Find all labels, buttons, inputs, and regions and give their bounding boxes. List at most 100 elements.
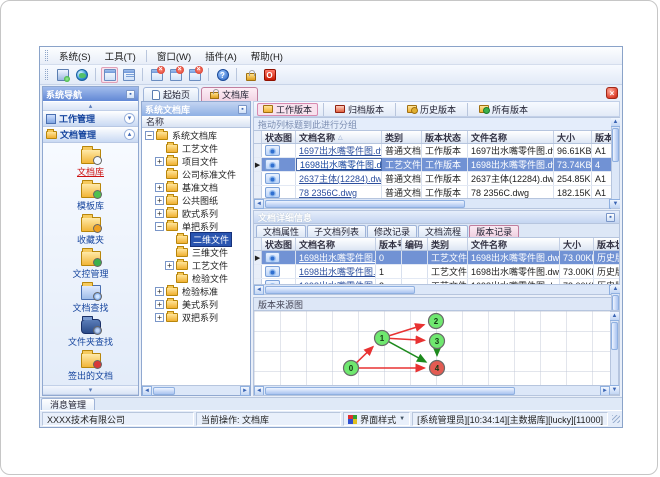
tree-expand-minus-icon[interactable]: −: [145, 131, 154, 140]
tree-node-工艺文件[interactable]: + 工艺文件: [142, 259, 250, 272]
tab-subdocument-list[interactable]: 子文档列表: [307, 225, 367, 237]
close-other-windows-button[interactable]: [186, 65, 203, 83]
close-all-windows-button[interactable]: [167, 65, 184, 83]
sidebar-collapse-strip[interactable]: ▴: [43, 101, 138, 111]
pushpin-icon[interactable]: ▪: [606, 212, 615, 222]
table-horizontal-scrollbar[interactable]: ◄ ►: [253, 198, 620, 209]
document-name-link[interactable]: 1697出水嘴零件图.dwg: [296, 144, 382, 157]
scrollbar-thumb[interactable]: [153, 386, 175, 395]
tree-expand-plus-icon[interactable]: +: [155, 209, 164, 218]
document-name-link[interactable]: 2637主体(12284).dwg: [296, 172, 382, 185]
scroll-up-icon[interactable]: ▲: [611, 118, 620, 127]
tree-expand-plus-icon[interactable]: +: [155, 196, 164, 205]
window-button[interactable]: [101, 66, 118, 83]
scroll-left-icon[interactable]: ◄: [254, 198, 264, 209]
column-header-文件名称[interactable]: 文件名称: [468, 131, 554, 143]
tree-column-header[interactable]: 名称: [142, 116, 250, 128]
tab-document-properties[interactable]: 文档属性: [256, 225, 307, 237]
scroll-up-icon[interactable]: ▲: [610, 312, 619, 321]
sidebar-item-文档库[interactable]: 文档库: [43, 145, 138, 180]
tree-expand-plus-icon[interactable]: +: [155, 287, 164, 296]
table-row[interactable]: 1698出水嘴零件图.dwg1工艺文件1698出水嘴零件图.dwg73.00KB…: [254, 265, 619, 279]
tree-node-公共图纸[interactable]: + 公共图纸: [142, 194, 250, 207]
column-header-编码[interactable]: 编码: [402, 238, 428, 250]
version-node-0[interactable]: 0: [342, 359, 360, 377]
tree-node-检验文件[interactable]: 检验文件: [142, 272, 250, 285]
menu-item[interactable]: 窗口(W): [150, 47, 198, 65]
tree-node-工艺文件[interactable]: 工艺文件: [142, 142, 250, 155]
document-name-link[interactable]: 1698出水嘴零件图.dwg: [296, 158, 382, 171]
tree-node-检验标准[interactable]: + 检验标准: [142, 285, 250, 298]
message-management-panel[interactable]: 消息管理: [41, 398, 96, 410]
tree-node-双把系列[interactable]: + 双把系列: [142, 311, 250, 324]
globe-button[interactable]: [73, 67, 90, 83]
tree-node-项目文件[interactable]: + 项目文件: [142, 155, 250, 168]
chevron-down-icon[interactable]: ▾: [124, 113, 135, 124]
window-list-button[interactable]: [120, 67, 137, 83]
column-header-版本状态[interactable]: 版本状态: [422, 131, 468, 143]
scroll-down-icon[interactable]: ▼: [611, 199, 620, 208]
column-header-文件名称[interactable]: 文件名称: [468, 238, 560, 250]
tab-start-page[interactable]: 起始页: [143, 87, 200, 101]
exit-button[interactable]: [261, 67, 278, 83]
sidebar-item-文控管理[interactable]: 文控管理: [43, 247, 138, 282]
tree-expand-minus-icon[interactable]: −: [155, 222, 164, 231]
monitor-button[interactable]: [54, 67, 71, 83]
chevron-up-icon[interactable]: ▴: [124, 129, 135, 140]
table-row[interactable]: 1697出水嘴零件图.dwg普通文档工作版本1697出水嘴零件图.dwg96.6…: [254, 144, 619, 158]
close-icon[interactable]: ×: [606, 87, 618, 99]
tree-expand-plus-icon[interactable]: +: [155, 313, 164, 322]
scrollbar-thumb[interactable]: [265, 386, 515, 395]
tree-node-美式系列[interactable]: + 美式系列: [142, 298, 250, 311]
version-node-1[interactable]: 1: [373, 329, 391, 347]
sidebar-item-文档查找[interactable]: 文档查找: [43, 281, 138, 316]
menu-item[interactable]: 插件(A): [198, 47, 244, 65]
tree-expand-plus-icon[interactable]: +: [155, 300, 164, 309]
table-vertical-scrollbar[interactable]: ▲ ▼: [611, 117, 620, 209]
scrollbar-thumb[interactable]: [265, 199, 465, 208]
tree-expand-plus-icon[interactable]: +: [155, 157, 164, 166]
work-version-button[interactable]: 工作版本: [257, 102, 319, 116]
history-version-button[interactable]: 历史版本: [401, 103, 462, 116]
scroll-down-icon[interactable]: ▼: [610, 385, 619, 394]
toolbar-grip[interactable]: [45, 69, 48, 80]
tree-node-欧式系列[interactable]: + 欧式系列: [142, 207, 250, 220]
tree-expand-plus-icon[interactable]: +: [155, 183, 164, 192]
document-name-link[interactable]: 1698出水嘴零件图.dwg: [296, 265, 376, 278]
sidebar-group-document[interactable]: 文档管理 ▴: [43, 127, 138, 143]
version-graph-canvas[interactable]: 0 1 2 3 4: [254, 311, 606, 391]
tab-version-records[interactable]: 版本记录: [469, 225, 520, 237]
sidebar-scroll-strip[interactable]: ▾: [43, 385, 138, 395]
column-header-类别[interactable]: 类别: [428, 238, 468, 250]
toolbar-grip[interactable]: [45, 50, 48, 61]
scrollbar-thumb[interactable]: [265, 285, 415, 294]
scrollbar-thumb[interactable]: [612, 128, 619, 162]
menu-item[interactable]: 工具(T): [98, 47, 143, 65]
table-row[interactable]: ▶1698出水嘴零件图.dwg0工艺文件1698出水嘴零件图.dwg73.00K…: [254, 251, 619, 265]
column-header-大小[interactable]: 大小: [554, 131, 592, 143]
scrollbar-thumb[interactable]: [612, 295, 619, 311]
tree-node-系统文档库[interactable]: − 系统文档库: [142, 129, 250, 142]
menu-item[interactable]: 帮助(H): [244, 47, 290, 65]
sidebar-item-收藏夹[interactable]: 收藏夹: [43, 213, 138, 248]
pushpin-icon[interactable]: ▪: [238, 104, 247, 114]
sidebar-item-文件夹查找[interactable]: 文件夹查找: [43, 315, 138, 350]
pushpin-icon[interactable]: ▪: [126, 89, 135, 99]
resize-grip-icon[interactable]: [612, 415, 620, 423]
version-node-3[interactable]: 3: [428, 332, 446, 350]
column-header-版本号[interactable]: 版本号: [376, 238, 402, 250]
scroll-left-icon[interactable]: ◄: [254, 385, 264, 395]
column-header-类别[interactable]: 类别: [382, 131, 422, 143]
scrollbar-thumb[interactable]: [611, 322, 618, 350]
table-row[interactable]: 2637主体(12284).dwg 普通文档 工作版本 2637主体(12284).d…: [254, 172, 619, 186]
scroll-right-icon[interactable]: ►: [600, 385, 610, 395]
table-row[interactable]: 78 2356C.dwg普通文档工作版本78 2356C.dwg182.15KB…: [254, 186, 619, 198]
graph-vertical-scrollbar[interactable]: ▲ ▼: [610, 311, 619, 395]
column-header-文档名称[interactable]: 文档名称 △: [296, 131, 382, 143]
sidebar-item-模板库[interactable]: 模板库: [43, 179, 138, 214]
column-header-文档名称[interactable]: 文档名称: [296, 238, 376, 250]
menu-item[interactable]: 系统(S): [52, 47, 98, 65]
column-header-版本状态[interactable]: 版本状态: [594, 238, 619, 250]
ui-style-button[interactable]: 界面样式 ▼: [343, 412, 411, 426]
sidebar-group-work[interactable]: 工作管理 ▾: [43, 111, 138, 127]
